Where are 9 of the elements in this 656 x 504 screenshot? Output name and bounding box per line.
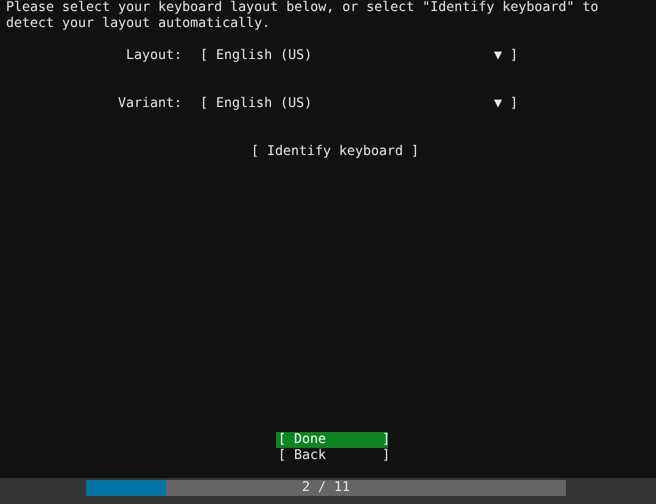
dropdown[interactable]: [ English (US) ▼ ] bbox=[200, 96, 518, 112]
field-label: Layout: bbox=[124, 48, 182, 64]
instructions-text: Please select your keyboard layout below, or select "Identify keyboard" to detect your layout automatically. bbox=[5, 0, 600, 32]
dropdown[interactable]: [ English (US) ▼ ] bbox=[200, 48, 518, 64]
progress-text: 2 / 11 bbox=[300, 480, 352, 496]
nav-button[interactable]: [ Done ] bbox=[276, 432, 388, 448]
identify-keyboard-button[interactable]: [ Identify keyboard ] bbox=[250, 144, 420, 160]
nav-button[interactable]: [ Back ] bbox=[276, 448, 388, 464]
field-label: Variant: bbox=[116, 96, 182, 112]
